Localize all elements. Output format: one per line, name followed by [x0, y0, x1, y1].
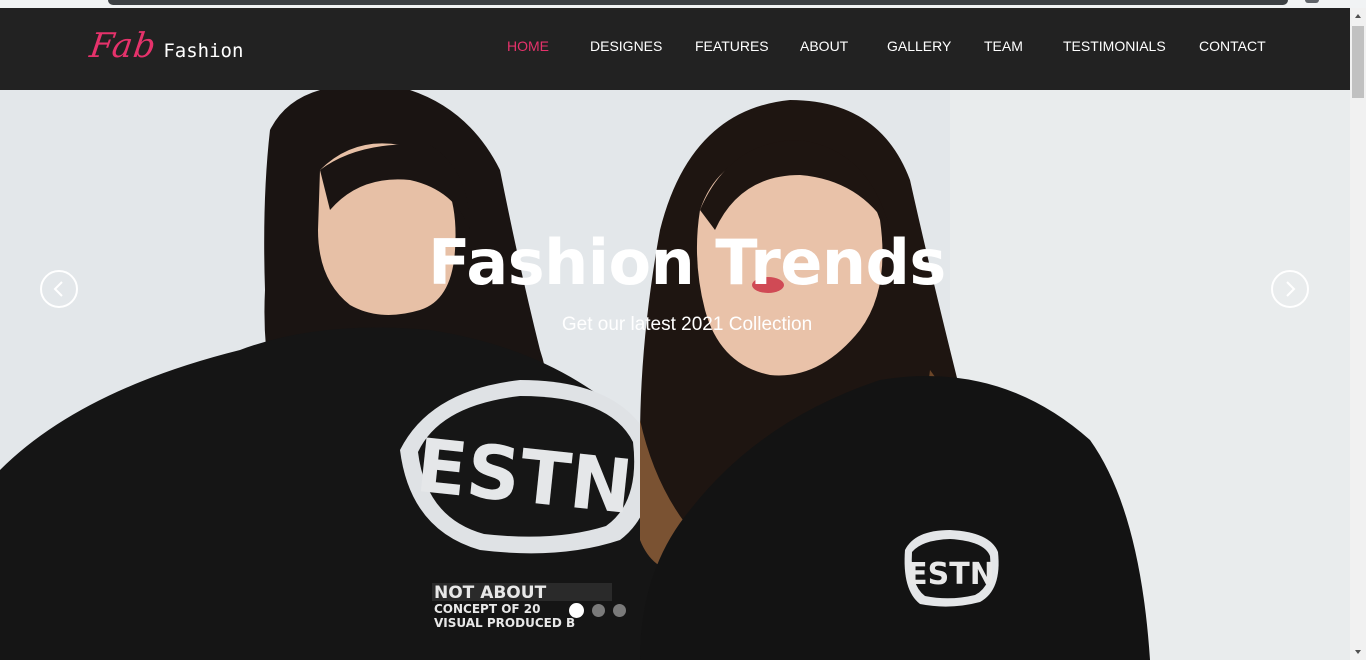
chevron-left-icon: [53, 281, 63, 297]
scroll-up-button[interactable]: [1350, 8, 1366, 24]
scrollbar-thumb[interactable]: [1352, 26, 1364, 98]
caret-up-icon: [1355, 14, 1361, 18]
sweater-logo-small-text: ESTN: [907, 557, 995, 592]
browser-profile-icon[interactable]: [1305, 0, 1319, 3]
carousel-indicator-3[interactable]: [613, 604, 626, 617]
nav-item-about[interactable]: ABOUT: [800, 38, 848, 54]
carousel-prev-button[interactable]: [40, 270, 78, 308]
main-nav: HOME DESIGNES FEATURES ABOUT GALLERY TEA…: [0, 8, 1350, 90]
page-scrollbar[interactable]: [1350, 8, 1366, 660]
nav-item-home[interactable]: HOME: [507, 38, 549, 54]
carousel-indicator-1[interactable]: [569, 603, 584, 618]
chevron-right-icon: [1286, 281, 1296, 297]
browser-top-strip: [0, 0, 1366, 8]
hero-background-image: ESTN NOT ABOUT CONCEPT OF 20 VISUAL PROD…: [0, 90, 1350, 660]
nav-item-contact[interactable]: CONTACT: [1199, 38, 1266, 54]
nav-item-testimonials[interactable]: TESTIMONIALS: [1063, 38, 1166, 54]
browser-address-bar[interactable]: [108, 0, 1288, 5]
sweater-print-line3: VISUAL PRODUCED B: [434, 616, 575, 630]
hero-subtitle: Get our latest 2021 Collection: [561, 314, 813, 335]
hero-carousel: ESTN NOT ABOUT CONCEPT OF 20 VISUAL PROD…: [0, 90, 1350, 660]
nav-item-team[interactable]: TEAM: [984, 38, 1023, 54]
hero-title: Fashion Trends: [428, 226, 946, 299]
scroll-down-button[interactable]: [1350, 644, 1366, 660]
sweater-print-line2: CONCEPT OF 20: [434, 602, 541, 616]
carousel-indicator-2[interactable]: [592, 604, 605, 617]
nav-item-gallery[interactable]: GALLERY: [887, 38, 951, 54]
carousel-indicators: [569, 603, 626, 618]
sweater-print-line1: NOT ABOUT: [434, 583, 547, 603]
top-navbar: Fab Fashion HOME DESIGNES FEATURES ABOUT…: [0, 8, 1350, 90]
carousel-next-button[interactable]: [1271, 270, 1309, 308]
nav-item-features[interactable]: FEATURES: [695, 38, 769, 54]
nav-item-designes[interactable]: DESIGNES: [590, 38, 662, 54]
sweater-logo-small: ESTN: [904, 530, 999, 607]
caret-down-icon: [1355, 650, 1361, 654]
